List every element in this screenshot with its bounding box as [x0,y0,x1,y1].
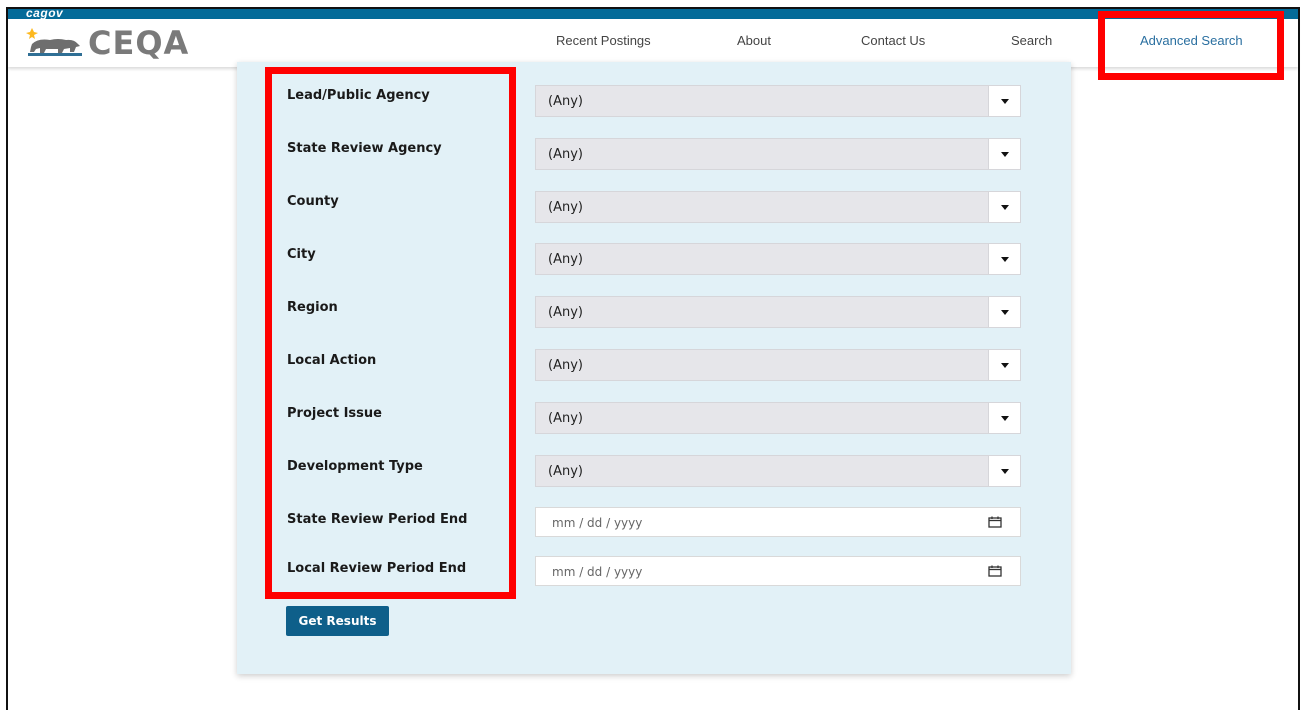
date-placeholder: mm / dd / yyyy [552,516,643,530]
dropdown-toggle[interactable] [988,192,1020,222]
select-value: (Any) [548,200,583,215]
caret-down-icon [1000,309,1009,315]
date-local-review-period-end[interactable]: mm / dd / yyyy [535,556,1021,586]
select-value: (Any) [548,411,583,426]
caret-down-icon [1000,98,1009,104]
nav-contact-us[interactable]: Contact Us [861,33,925,48]
dropdown-toggle[interactable] [988,403,1020,433]
nav-search[interactable]: Search [1011,33,1052,48]
dropdown-toggle[interactable] [988,456,1020,486]
brand-name: CEQA [88,24,190,62]
calendar-icon[interactable] [988,565,1002,577]
select-value: (Any) [548,147,583,162]
caret-down-icon [1000,415,1009,421]
select-state-review-agency[interactable]: (Any) [535,138,1021,170]
caret-down-icon [1000,256,1009,262]
nav-about[interactable]: About [737,33,771,48]
caret-down-icon [1000,151,1009,157]
get-results-button[interactable]: Get Results [286,606,389,636]
nav-recent-postings[interactable]: Recent Postings [556,33,651,48]
dropdown-toggle[interactable] [988,86,1020,116]
select-lead-public-agency[interactable]: (Any) [535,85,1021,117]
date-placeholder: mm / dd / yyyy [552,565,643,579]
select-value: (Any) [548,252,583,267]
select-local-action[interactable]: (Any) [535,349,1021,381]
dropdown-toggle[interactable] [988,350,1020,380]
select-value: (Any) [548,464,583,479]
date-state-review-period-end[interactable]: mm / dd / yyyy [535,507,1021,537]
select-city[interactable]: (Any) [535,243,1021,275]
select-value: (Any) [548,358,583,373]
select-region[interactable]: (Any) [535,296,1021,328]
dropdown-toggle[interactable] [988,297,1020,327]
dropdown-toggle[interactable] [988,139,1020,169]
caret-down-icon [1000,362,1009,368]
caret-down-icon [1000,468,1009,474]
ceqa-logo[interactable]: CEQA [24,24,190,62]
select-county[interactable]: (Any) [535,191,1021,223]
select-value: (Any) [548,305,583,320]
caret-down-icon [1000,204,1009,210]
dropdown-toggle[interactable] [988,244,1020,274]
highlight-box-filter-labels [265,67,516,599]
calendar-icon[interactable] [988,516,1002,528]
select-value: (Any) [548,94,583,109]
highlight-box-advanced-search [1098,11,1284,80]
select-development-type[interactable]: (Any) [535,455,1021,487]
select-project-issue[interactable]: (Any) [535,402,1021,434]
bear-icon [26,28,82,56]
